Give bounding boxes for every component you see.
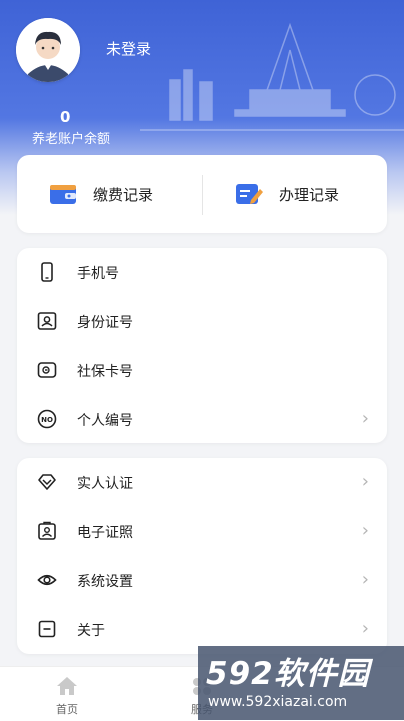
- city-skyline-illustration: [140, 22, 404, 131]
- watermark-brand: 592软件园: [206, 656, 370, 692]
- balance-value: 0: [60, 108, 71, 126]
- records-card: 缴费记录 办理记录: [17, 155, 387, 233]
- chevron-right-icon: ›: [361, 520, 369, 541]
- phone-icon: [41, 262, 53, 282]
- list-item-social-card[interactable]: 社保卡号: [17, 346, 387, 395]
- balance-label: 养老账户余额: [32, 132, 111, 147]
- account-info-card: 手机号 身份证号 社保卡号 NO 个人编号 ›: [17, 248, 387, 443]
- home-icon: [57, 677, 77, 695]
- payment-records-button[interactable]: 缴费记录: [49, 155, 153, 233]
- e-license-icon: [38, 521, 56, 540]
- social-card-icon: [37, 362, 57, 378]
- list-item-label: 个人编号: [77, 413, 133, 429]
- handling-records-button[interactable]: 办理记录: [235, 155, 339, 233]
- list-item-label: 关于: [77, 623, 105, 639]
- login-status[interactable]: 未登录: [106, 38, 151, 59]
- list-item-e-license[interactable]: 电子证照 ›: [17, 507, 387, 556]
- eye-settings-icon: [37, 574, 57, 586]
- wallet-icon: [50, 185, 76, 204]
- payment-records-label: 缴费记录: [93, 185, 154, 204]
- chevron-right-icon: ›: [361, 408, 369, 429]
- records-divider: [202, 175, 203, 215]
- list-item-label: 社保卡号: [77, 364, 133, 380]
- list-item-real-name-verify[interactable]: 实人认证 ›: [17, 458, 387, 507]
- chevron-right-icon: ›: [361, 618, 369, 639]
- user-avatar[interactable]: [16, 18, 80, 82]
- edit-document-icon: [236, 184, 263, 204]
- chevron-right-icon: ›: [361, 569, 369, 590]
- list-item-label: 手机号: [77, 266, 119, 282]
- verify-icon: [38, 474, 56, 490]
- list-item-label: 实人认证: [77, 476, 133, 492]
- about-icon: [38, 620, 56, 638]
- site-watermark: 592软件园 www.592xiazai.com: [198, 646, 404, 720]
- svg-text:NO: NO: [41, 416, 53, 424]
- tab-home-label: 首页: [56, 703, 78, 716]
- list-item-system-settings[interactable]: 系统设置 ›: [17, 556, 387, 605]
- number-icon: NO: [37, 409, 57, 429]
- list-item-personal-number[interactable]: NO 个人编号 ›: [17, 395, 387, 444]
- handling-records-label: 办理记录: [279, 185, 340, 204]
- list-item-label: 电子证照: [77, 525, 133, 541]
- watermark-url: www.592xiazai.com: [208, 694, 348, 710]
- list-item-id-number[interactable]: 身份证号: [17, 297, 387, 346]
- list-item-label: 身份证号: [77, 315, 133, 331]
- settings-card: 实人认证 › 电子证照 › 系统设置 › 关于 ›: [17, 458, 387, 654]
- list-item-label: 系统设置: [77, 574, 133, 590]
- chevron-right-icon: ›: [361, 471, 369, 492]
- list-item-phone[interactable]: 手机号: [17, 248, 387, 297]
- id-card-icon: [37, 312, 57, 330]
- tab-home[interactable]: 首页: [27, 667, 107, 721]
